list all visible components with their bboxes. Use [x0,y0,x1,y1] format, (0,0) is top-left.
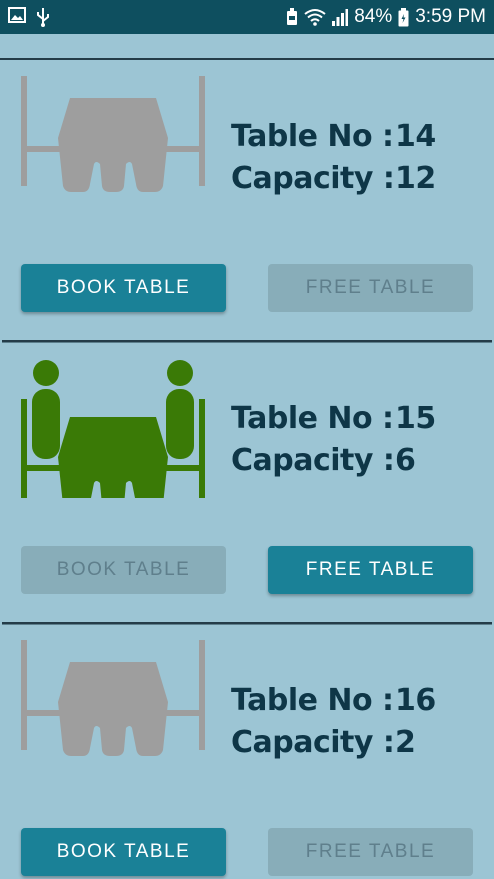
clock: 3:59 PM [415,6,486,27]
previous-card-edge [0,34,494,60]
table-no-value: 15 [395,401,436,436]
signal-icon [332,8,349,26]
capacity-label: Capacity : [231,443,395,478]
table-card: Table No :15 Capacity :6 BOOK TABLE FREE… [2,342,492,624]
empty-table-icon [21,76,205,192]
table-list[interactable]: Table No :14 Capacity :12 BOOK TABLE FRE… [0,34,494,879]
battery-saver-icon [286,8,298,26]
table-no-label: Table No : [231,401,394,436]
table-no-label: Table No : [231,119,394,154]
capacity-value: 6 [395,443,416,478]
capacity-label: Capacity : [231,725,395,760]
book-table-button[interactable]: BOOK TABLE [21,264,226,312]
gallery-icon [8,7,26,31]
battery-icon [398,7,409,27]
table-no-value: 14 [395,119,436,154]
status-bar: 84% 3:59 PM [0,0,494,34]
battery-percent: 84% [354,6,393,27]
usb-icon [36,7,50,31]
table-info: Table No :15 Capacity :6 [231,398,436,482]
capacity-value: 2 [395,725,416,760]
capacity-label: Capacity : [231,161,395,196]
free-table-button[interactable]: FREE TABLE [268,546,473,594]
table-info: Table No :16 Capacity :2 [231,680,436,764]
occupied-table-icon [21,360,205,498]
book-table-button: BOOK TABLE [21,546,226,594]
table-card: Table No :16 Capacity :2 BOOK TABLE FREE… [2,624,492,879]
table-info: Table No :14 Capacity :12 [231,116,436,200]
wifi-icon [304,8,326,26]
capacity-value: 12 [395,161,436,196]
book-table-button[interactable]: BOOK TABLE [21,828,226,876]
table-no-value: 16 [395,683,436,718]
table-card: Table No :14 Capacity :12 BOOK TABLE FRE… [2,60,492,342]
free-table-button: FREE TABLE [268,828,473,876]
table-no-label: Table No : [231,683,394,718]
free-table-button: FREE TABLE [268,264,473,312]
empty-table-icon [21,640,205,756]
